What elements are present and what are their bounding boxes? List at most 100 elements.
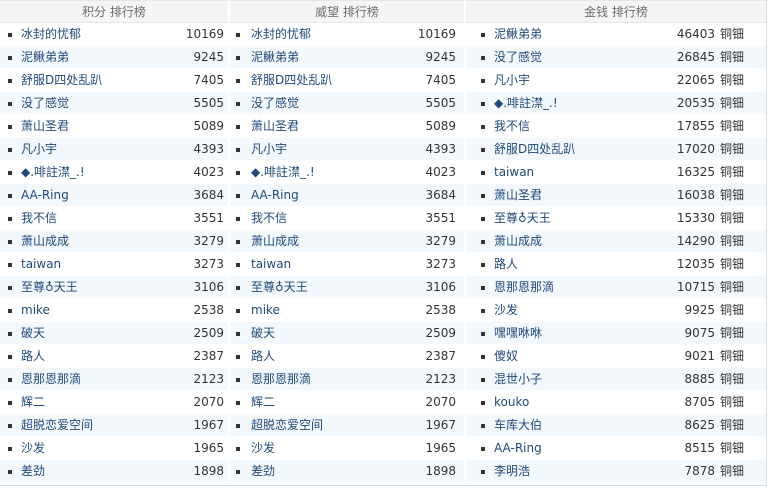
user-name-link[interactable]: 车库大伯 [494, 414, 542, 437]
bullet-icon [481, 309, 485, 313]
user-name-link[interactable]: 路人 [21, 345, 45, 368]
money-ranking-header: 金钱 排行榜 [466, 0, 766, 23]
user-name-link[interactable]: 萧山圣君 [21, 115, 69, 138]
user-name-link[interactable]: 萧山圣君 [251, 115, 299, 138]
user-name-link[interactable]: 破天 [251, 322, 275, 345]
user-name-link[interactable]: 辉二 [21, 391, 45, 414]
user-name-link[interactable]: 李明浩 [494, 460, 530, 483]
bullet-icon [8, 424, 12, 428]
user-name-link[interactable]: taiwan [251, 253, 291, 276]
ranking-row: taiwan 3273 [230, 253, 464, 276]
user-name-link[interactable]: 我不信 [21, 207, 57, 230]
bullet-icon [481, 125, 485, 129]
user-name-link[interactable]: 凡小宇 [251, 138, 287, 161]
user-name-link[interactable]: 冰封的忧郁 [251, 23, 311, 46]
user-name-link[interactable]: 舒服D四处乱趴 [251, 69, 332, 92]
score-value: 3684 [193, 188, 224, 202]
user-name-link[interactable]: 没了感觉 [251, 92, 299, 115]
ranking-row: 泥鳅弟弟 9245 [230, 46, 464, 69]
score-value: 8705 [684, 395, 715, 409]
user-name-link[interactable]: 凡小宇 [494, 69, 530, 92]
bullet-icon [236, 171, 240, 175]
score-value: 2387 [193, 349, 224, 363]
user-name-link[interactable]: kouko [494, 391, 529, 414]
user-name-link[interactable]: ◆.啡註澿_.! [21, 161, 85, 184]
user-name-link[interactable]: 路人 [251, 345, 275, 368]
user-name-link[interactable]: 超脱恋爱空间 [21, 414, 93, 437]
user-name-link[interactable]: 沙发 [494, 299, 518, 322]
currency-unit: 铜钿 [719, 464, 744, 478]
user-name-link[interactable]: 沙发 [21, 437, 45, 460]
user-name-link[interactable]: AA-Ring [494, 437, 542, 460]
user-name-link[interactable]: 泥鳅弟弟 [251, 46, 299, 69]
user-name-link[interactable]: AA-Ring [251, 184, 299, 207]
currency-unit: 铜钿 [719, 165, 744, 179]
user-name-link[interactable]: ◆.啡註澿_.! [251, 161, 315, 184]
user-name-link[interactable]: ◆.啡註澿_.! [494, 92, 558, 115]
user-name-link[interactable]: 恩那恩那滴 [494, 276, 554, 299]
user-name-link[interactable]: 恩那恩那滴 [21, 368, 81, 391]
currency-unit: 铜钿 [719, 303, 744, 317]
ranking-row: 萧山圣君 5089 [230, 115, 464, 138]
bullet-icon [236, 286, 240, 290]
bullet-icon [481, 424, 485, 428]
user-name-link[interactable]: 混世小子 [494, 368, 542, 391]
user-name-link[interactable]: 萧山成成 [251, 230, 299, 253]
user-name-link[interactable]: 路人 [494, 253, 518, 276]
user-name-link[interactable]: 冰封的忧郁 [21, 23, 81, 46]
score-value: 10169 [417, 27, 456, 41]
user-name-link[interactable]: 舒服D四处乱趴 [494, 138, 575, 161]
user-name-link[interactable]: 萧山成成 [21, 230, 69, 253]
leaderboard: 积分 排行榜 冰封的忧郁 10169 泥鳅弟弟 9245 舒服D四处乱趴 7405 没了感觉… [0, 0, 767, 486]
ranking-row: 差劲 1898 [230, 460, 464, 483]
score-value: 2070 [193, 395, 224, 409]
user-name-link[interactable]: AA-Ring [21, 184, 69, 207]
user-name-link[interactable]: 差劲 [251, 460, 275, 483]
score-value: 3551 [193, 211, 224, 225]
user-name-link[interactable]: 恩那恩那滴 [251, 368, 311, 391]
user-name-link[interactable]: taiwan [21, 253, 61, 276]
user-name-link[interactable]: 萧山成成 [494, 230, 542, 253]
user-name-link[interactable]: 至尊♁天王 [251, 276, 308, 299]
user-name-link[interactable]: 嘿嘿咻咻 [494, 322, 542, 345]
ranking-row: 沙发 9925 铜钿 [466, 299, 766, 322]
points-ranking-header: 积分 排行榜 [0, 0, 228, 23]
currency-unit: 铜钿 [719, 280, 744, 294]
user-name-link[interactable]: 至尊♁天王 [21, 276, 78, 299]
ranking-row: taiwan 3273 [0, 253, 228, 276]
user-name-link[interactable]: mike [251, 299, 280, 322]
ranking-row: 路人 2387 [0, 345, 228, 368]
currency-unit: 铜钿 [719, 257, 744, 271]
bullet-icon [481, 56, 485, 60]
user-name-link[interactable]: 舒服D四处乱趴 [21, 69, 102, 92]
currency-unit: 铜钿 [719, 441, 744, 455]
score-value: 5505 [193, 96, 224, 110]
user-name-link[interactable]: 至尊♁天王 [494, 207, 551, 230]
user-name-link[interactable]: 超脱恋爱空间 [251, 414, 323, 437]
user-name-link[interactable]: 沙发 [251, 437, 275, 460]
user-name-link[interactable]: 泥鳅弟弟 [494, 23, 542, 46]
bullet-icon [236, 194, 240, 198]
user-name-link[interactable]: 萧山圣君 [494, 184, 542, 207]
user-name-link[interactable]: 破天 [21, 322, 45, 345]
user-name-link[interactable]: 泥鳅弟弟 [21, 46, 69, 69]
user-name-link[interactable]: 傻奴 [494, 345, 518, 368]
score-value: 16325 [676, 165, 715, 179]
bullet-icon [481, 194, 485, 198]
user-name-link[interactable]: 我不信 [251, 207, 287, 230]
ranking-row: 至尊♁天王 15330 铜钿 [466, 207, 766, 230]
user-name-link[interactable]: 凡小宇 [21, 138, 57, 161]
bullet-icon [8, 125, 12, 129]
user-name-link[interactable]: mike [21, 299, 50, 322]
bullet-icon [236, 33, 240, 37]
score-value: 1967 [193, 418, 224, 432]
user-name-link[interactable]: 没了感觉 [21, 92, 69, 115]
bullet-icon [236, 332, 240, 336]
user-name-link[interactable]: 差劲 [21, 460, 45, 483]
user-name-link[interactable]: 没了感觉 [494, 46, 542, 69]
bullet-icon [481, 332, 485, 336]
user-name-link[interactable]: 辉二 [251, 391, 275, 414]
user-name-link[interactable]: 我不信 [494, 115, 530, 138]
user-name-link[interactable]: taiwan [494, 161, 534, 184]
score-value: 10715 [676, 280, 715, 294]
